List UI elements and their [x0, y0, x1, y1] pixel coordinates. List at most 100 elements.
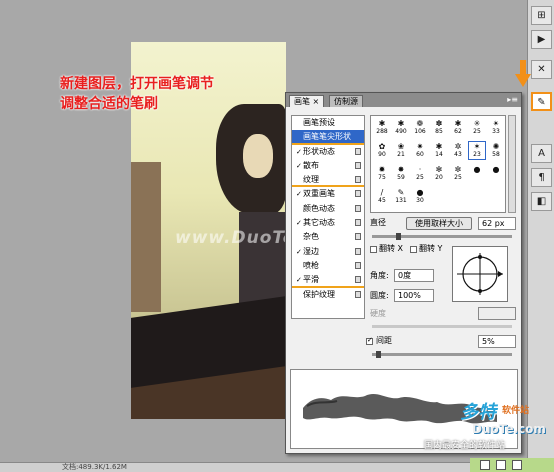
brush-tip[interactable]: ✷ 60 [412, 142, 428, 159]
layers-icon[interactable]: ◧ [531, 192, 552, 211]
lock-icon[interactable] [355, 161, 361, 169]
brush-tip[interactable]: ● 30 [412, 188, 428, 205]
spacing-slider[interactable] [372, 353, 512, 356]
brush-tip[interactable]: ✶ 23 [468, 141, 486, 160]
brush-panel-icon[interactable]: ✎ [531, 92, 552, 111]
brush-tip[interactable]: ✽ 85 [431, 119, 447, 136]
brush-tip-icon: ✱ [378, 119, 386, 128]
logo-main-text: 多特 [460, 402, 496, 423]
brush-setting-item[interactable]: 颜色动态 [292, 202, 364, 216]
lock-icon[interactable] [355, 147, 361, 155]
brush-setting-item[interactable]: 画笔预设 [292, 116, 364, 130]
setting-checkbox[interactable]: ✓ [296, 145, 303, 159]
spacing-slider-knob[interactable] [376, 351, 381, 358]
flip-x-checkbox[interactable] [370, 246, 377, 253]
brush-tip[interactable]: ✴ 33 [488, 119, 504, 136]
brush-setting-item[interactable]: 喷枪 [292, 259, 364, 273]
setting-label: 平滑 [303, 275, 319, 285]
lock-icon[interactable] [355, 190, 361, 198]
setting-label: 其它动态 [303, 218, 335, 228]
brush-setting-item[interactable]: ✓双重画笔 [292, 187, 364, 201]
lock-icon[interactable] [355, 247, 361, 255]
brush-setting-item[interactable]: 画笔笔尖形状 [292, 130, 364, 145]
spacing-field[interactable]: 5% [478, 335, 516, 348]
setting-checkbox[interactable]: ✓ [296, 187, 303, 201]
brush-grid-scrollbar[interactable] [508, 115, 516, 213]
paragraph-icon[interactable]: ¶ [531, 168, 552, 187]
brush-setting-item[interactable]: 纹理 [292, 173, 364, 188]
brush-tip-grid[interactable]: ✱ 288 ✱ 490 ❁ 106 ✽ 85 ✱ 62 ✳ 25 ✴ 33 ✿ 90 ❀ 21 ✷ 60 ✱ 14 ✲ 43 ✶… [370, 115, 506, 213]
lock-icon[interactable] [355, 176, 361, 184]
brush-setting-item[interactable]: ✓散布 [292, 159, 364, 173]
brush-tip[interactable]: ✱ 490 [393, 119, 409, 136]
brush-setting-item[interactable]: ✓湿边 [292, 245, 364, 259]
lock-icon[interactable] [355, 290, 361, 298]
view-mode-1-icon[interactable] [480, 460, 490, 470]
angle-field[interactable]: 0度 [394, 269, 434, 282]
brush-tip-size: 25 [416, 174, 424, 181]
brush-setting-item[interactable]: ✓平滑 [292, 273, 364, 288]
brush-tip-size: 60 [416, 151, 424, 158]
menu-icon[interactable]: ▸≡ [507, 95, 518, 104]
spacing-checkbox[interactable]: ✓ [366, 336, 373, 345]
brush-tip[interactable]: ✸ 59 [393, 165, 409, 182]
brush-tip[interactable]: /45 [374, 188, 390, 205]
brush-tip-size: 30 [416, 197, 424, 204]
brush-tip-size: 490 [395, 128, 407, 135]
actions-icon[interactable]: ▶ [531, 30, 552, 49]
lock-icon[interactable] [355, 276, 361, 284]
brush-setting-item[interactable]: 杂色 [292, 230, 364, 244]
brush-tip[interactable]: ✻ 20 [431, 165, 447, 182]
use-sample-size-button[interactable]: 使用取样大小 [406, 217, 472, 230]
tools-icon[interactable]: ✕ [531, 60, 552, 79]
brush-settings-list[interactable]: 画笔预设 画笔笔尖形状 ✓形状动态 ✓散布 纹理 ✓双重画笔 颜色动态 ✓其它动态 杂色 ✓湿边喷… [291, 115, 365, 319]
brush-tip[interactable]: ✱ 288 [374, 119, 390, 136]
character-icon[interactable]: A [531, 144, 552, 163]
brush-tip[interactable]: ✳ 25 [469, 119, 485, 136]
view-mode-2-icon[interactable] [496, 460, 506, 470]
brush-tip[interactable]: ✱ 14 [431, 142, 447, 159]
brush-tip[interactable]: ✿ 90 [374, 142, 390, 159]
diameter-slider-knob[interactable] [396, 233, 401, 240]
brush-tip[interactable]: ✹ 75 [374, 165, 390, 182]
diameter-field[interactable]: 62 px [478, 217, 516, 230]
roundness-field[interactable]: 100% [394, 289, 434, 302]
setting-label: 散布 [303, 160, 319, 170]
brush-tip[interactable]: ● [469, 165, 485, 182]
angle-roundness-widget[interactable] [452, 246, 508, 302]
setting-label: 颜色动态 [303, 203, 335, 213]
view-mode-3-icon[interactable] [512, 460, 522, 470]
lock-icon[interactable] [355, 261, 361, 269]
tab-clone-source[interactable]: 仿制源 [329, 95, 363, 107]
tab-close-icon[interactable]: × [313, 97, 320, 106]
brush-setting-item[interactable]: ✓其它动态 [292, 216, 364, 230]
lock-icon[interactable] [355, 233, 361, 241]
lock-icon[interactable] [355, 219, 361, 227]
brush-tip[interactable]: ❁ 106 [412, 119, 428, 136]
brush-setting-item[interactable]: ✓形状动态 [292, 145, 364, 159]
brush-tip[interactable]: · 25 [412, 165, 428, 182]
brush-tip-icon: ✳ [473, 119, 481, 128]
tab-brush[interactable]: 画笔 × [289, 95, 325, 107]
hardness-field [478, 307, 516, 320]
history-icon[interactable]: ⊞ [531, 6, 552, 25]
brush-tip-size: 85 [435, 128, 443, 135]
brush-tip-icon: ❀ [397, 142, 405, 151]
flip-y-checkbox[interactable] [410, 246, 417, 253]
brush-tip-icon: · [418, 165, 422, 174]
setting-checkbox[interactable]: ✓ [296, 159, 303, 173]
lock-icon[interactable] [355, 204, 361, 212]
brush-tip[interactable]: ✺ 58 [488, 142, 504, 159]
diameter-slider[interactable] [372, 235, 512, 238]
brush-tip[interactable]: ✼ 25 [450, 165, 466, 182]
setting-checkbox[interactable]: ✓ [296, 216, 303, 230]
setting-checkbox[interactable]: ✓ [296, 273, 303, 287]
right-dock: ⊞ ▶ ✕ ✎ A ¶ ◧ [527, 0, 554, 462]
brush-setting-item[interactable]: 保护纹理 [292, 288, 364, 302]
brush-tip[interactable]: ✱ 62 [450, 119, 466, 136]
brush-tip[interactable]: ❀ 21 [393, 142, 409, 159]
brush-tip[interactable]: ✎ 131 [393, 188, 409, 205]
brush-tip[interactable]: ✲ 43 [450, 142, 466, 159]
setting-checkbox[interactable]: ✓ [296, 245, 303, 259]
brush-tip[interactable]: ● [488, 165, 504, 182]
